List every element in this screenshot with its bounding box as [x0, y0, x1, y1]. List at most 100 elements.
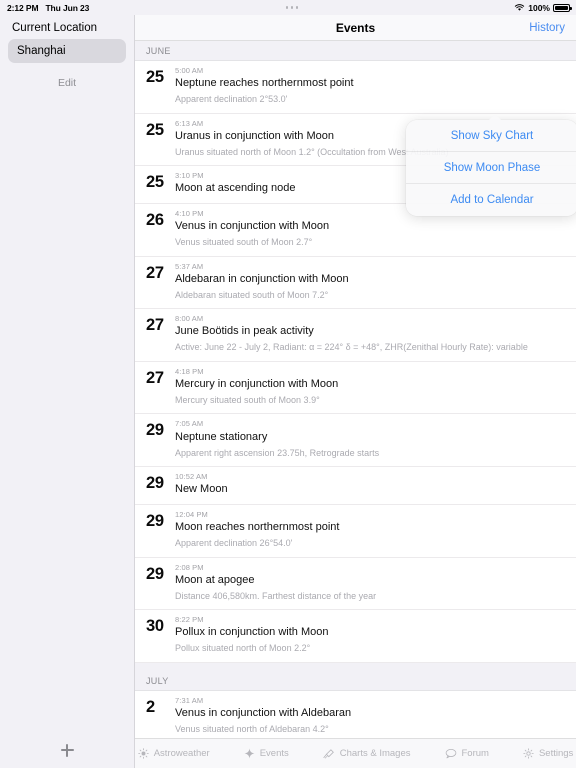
- event-row[interactable]: 27 8:00 AM June Boötids in peak activity Ac…: [135, 309, 576, 362]
- tab-astroweather[interactable]: Astroweather: [137, 748, 210, 759]
- status-bar: 2:12 PM Thu Jun 23 100%: [0, 0, 576, 15]
- tab-label: Settings: [538, 748, 574, 759]
- event-time: 12:04 PM: [175, 510, 208, 520]
- event-title: Venus in conjunction with Moon: [175, 220, 330, 233]
- sidebar-edit-button[interactable]: Edit: [0, 77, 134, 89]
- event-day: 29: [146, 512, 164, 531]
- event-title: Neptune stationary: [175, 430, 268, 443]
- popover-item-show-moon-phase[interactable]: Show Moon Phase: [406, 152, 576, 184]
- event-title: June Boötids in peak activity: [175, 325, 314, 338]
- star-icon: [244, 748, 255, 759]
- section-header: JULY: [135, 662, 576, 691]
- event-subtitle: Mercury situated south of Moon 3.9°: [175, 394, 320, 405]
- event-time: 2:08 PM: [175, 562, 204, 572]
- event-title: Mercury in conjunction with Moon: [175, 378, 339, 390]
- event-day: 2: [146, 697, 155, 716]
- event-row[interactable]: 27 5:37 AM Aldebaran in conjunction with M…: [135, 257, 576, 310]
- event-time: 8:00 AM: [175, 314, 204, 324]
- event-row[interactable]: 29 7:05 AM Neptune stationary Apparent righ…: [135, 414, 576, 467]
- tab-label: Astroweather: [153, 748, 210, 759]
- event-body: 5:37 AM Aldebaran in conjunction with Moo…: [174, 262, 566, 303]
- event-subtitle: Apparent right ascension 23.75h, Retrogr…: [175, 447, 380, 458]
- event-time: 8:22 PM: [175, 615, 204, 625]
- navigation-bar: Events History: [135, 15, 576, 41]
- event-day: 30: [146, 617, 164, 636]
- section-header: JUNE: [135, 41, 576, 61]
- event-title: New Moon: [175, 483, 228, 496]
- event-body: 7:05 AM Neptune stationary Apparent right …: [174, 419, 566, 460]
- battery-icon: [553, 3, 572, 12]
- sidebar-item-label: Shanghai: [17, 45, 66, 57]
- tab-events[interactable]: Events: [244, 748, 289, 759]
- event-body: 8:00 AM June Boötids in peak activity Acti…: [174, 314, 566, 355]
- history-button[interactable]: History: [529, 22, 565, 34]
- detail-pane: Events History JUNE 25 5:00 AM Neptune reac…: [135, 15, 576, 768]
- popover-item-show-sky-chart[interactable]: Show Sky Chart: [406, 120, 576, 152]
- sidebar-header: Current Location: [12, 22, 98, 34]
- event-row[interactable]: 27 4:18 PM Mercury in conjunction with Moo…: [135, 362, 576, 415]
- event-title: Pollux in conjunction with Moon: [175, 626, 329, 639]
- page-title: Events: [335, 20, 376, 35]
- event-subtitle: Active: June 22 - July 2, Radiant: α = 2…: [175, 342, 528, 353]
- event-row[interactable]: 30 8:22 PM Pollux in conjunction with Moon…: [135, 610, 576, 663]
- event-body: 8:22 PM Pollux in conjunction with Moon Po…: [174, 615, 566, 656]
- event-time: 7:31 AM: [175, 695, 204, 705]
- event-day: 25: [146, 173, 164, 192]
- tab-label: Forum: [461, 748, 489, 759]
- event-title: Moon at apogee: [175, 573, 255, 586]
- status-bar-right: 100%: [514, 0, 572, 15]
- event-time: 5:00 AM: [175, 66, 204, 75]
- tab-label: Events: [259, 748, 289, 759]
- status-bar-center: [0, 0, 576, 15]
- event-body: 12:04 PM Moon reaches northernmost point A…: [174, 510, 566, 551]
- event-day: 25: [146, 68, 164, 86]
- event-title: Neptune reaches northernmost point: [175, 77, 354, 90]
- battery-percent: 100%: [528, 2, 550, 13]
- event-subtitle: Aldebaran situated south of Moon 7.2°: [175, 289, 329, 300]
- popover-item-add-to-calendar[interactable]: Add to Calendar: [406, 184, 576, 216]
- event-body: 4:18 PM Mercury in conjunction with Moon M…: [174, 367, 566, 408]
- event-body: 7:31 AM Venus in conjunction with Aldebar…: [174, 696, 566, 737]
- event-subtitle: Distance 406,580km. Farthest distance of…: [175, 590, 377, 601]
- context-popover: Show Sky Chart Show Moon Phase Add to Ca…: [406, 120, 576, 216]
- event-body: 2:08 PM Moon at apogee Distance 406,580km.…: [174, 563, 566, 604]
- event-row[interactable]: 29 12:04 PM Moon reaches northernmost poin…: [135, 505, 576, 558]
- event-title: Aldebaran in conjunction with Moon: [175, 272, 349, 285]
- event-subtitle: Venus situated north of Aldebaran 4.2°: [175, 723, 329, 734]
- event-row[interactable]: 25 5:00 AM Neptune reaches northernmost po…: [135, 61, 576, 114]
- event-body: 10:52 AM New Moon: [174, 472, 566, 498]
- tab-bar: Astroweather Events Charts & Images Forum Se…: [135, 738, 576, 768]
- event-day: 29: [146, 474, 164, 492]
- tab-settings[interactable]: Settings: [523, 748, 573, 759]
- multitasking-dots-icon[interactable]: [285, 6, 299, 9]
- event-time: 4:18 PM: [175, 366, 204, 376]
- event-day: 27: [146, 316, 164, 335]
- sidebar-item-shanghai[interactable]: Shanghai: [8, 39, 126, 63]
- event-day: 27: [146, 368, 164, 387]
- event-day: 25: [146, 120, 164, 139]
- tab-label: Charts & Images: [339, 748, 411, 759]
- event-title: Venus in conjunction with Aldebaran: [175, 706, 352, 719]
- wifi-icon: [514, 3, 525, 12]
- tab-charts-images[interactable]: Charts & Images: [323, 748, 411, 759]
- event-subtitle: Venus situated south of Moon 2.7°: [175, 237, 313, 248]
- event-day: 29: [146, 564, 164, 583]
- sidebar-footer: [0, 732, 134, 768]
- event-time: 7:05 AM: [175, 419, 204, 429]
- chat-icon: [445, 748, 457, 759]
- sun-icon: [137, 748, 149, 759]
- gear-icon: [523, 748, 534, 759]
- event-row[interactable]: 2 7:31 AM Venus in conjunction with Aldeba…: [135, 691, 576, 738]
- comet-icon: [323, 748, 335, 759]
- event-title: Moon reaches northernmost point: [175, 521, 340, 534]
- event-time: 5:37 AM: [175, 261, 204, 271]
- event-row[interactable]: 29 10:52 AM New Moon: [135, 467, 576, 506]
- plus-icon[interactable]: [60, 743, 74, 757]
- popover-arrow: [487, 113, 503, 122]
- event-row[interactable]: 29 2:08 PM Moon at apogee Distance 406,580k…: [135, 558, 576, 611]
- sidebar: Current Location Shanghai Edit: [0, 15, 135, 768]
- event-subtitle: Apparent declination 26°54.0': [175, 538, 293, 549]
- tab-forum[interactable]: Forum: [445, 748, 489, 759]
- split-view: Current Location Shanghai Edit Events Hi…: [0, 15, 576, 768]
- event-time: 10:52 AM: [175, 472, 208, 481]
